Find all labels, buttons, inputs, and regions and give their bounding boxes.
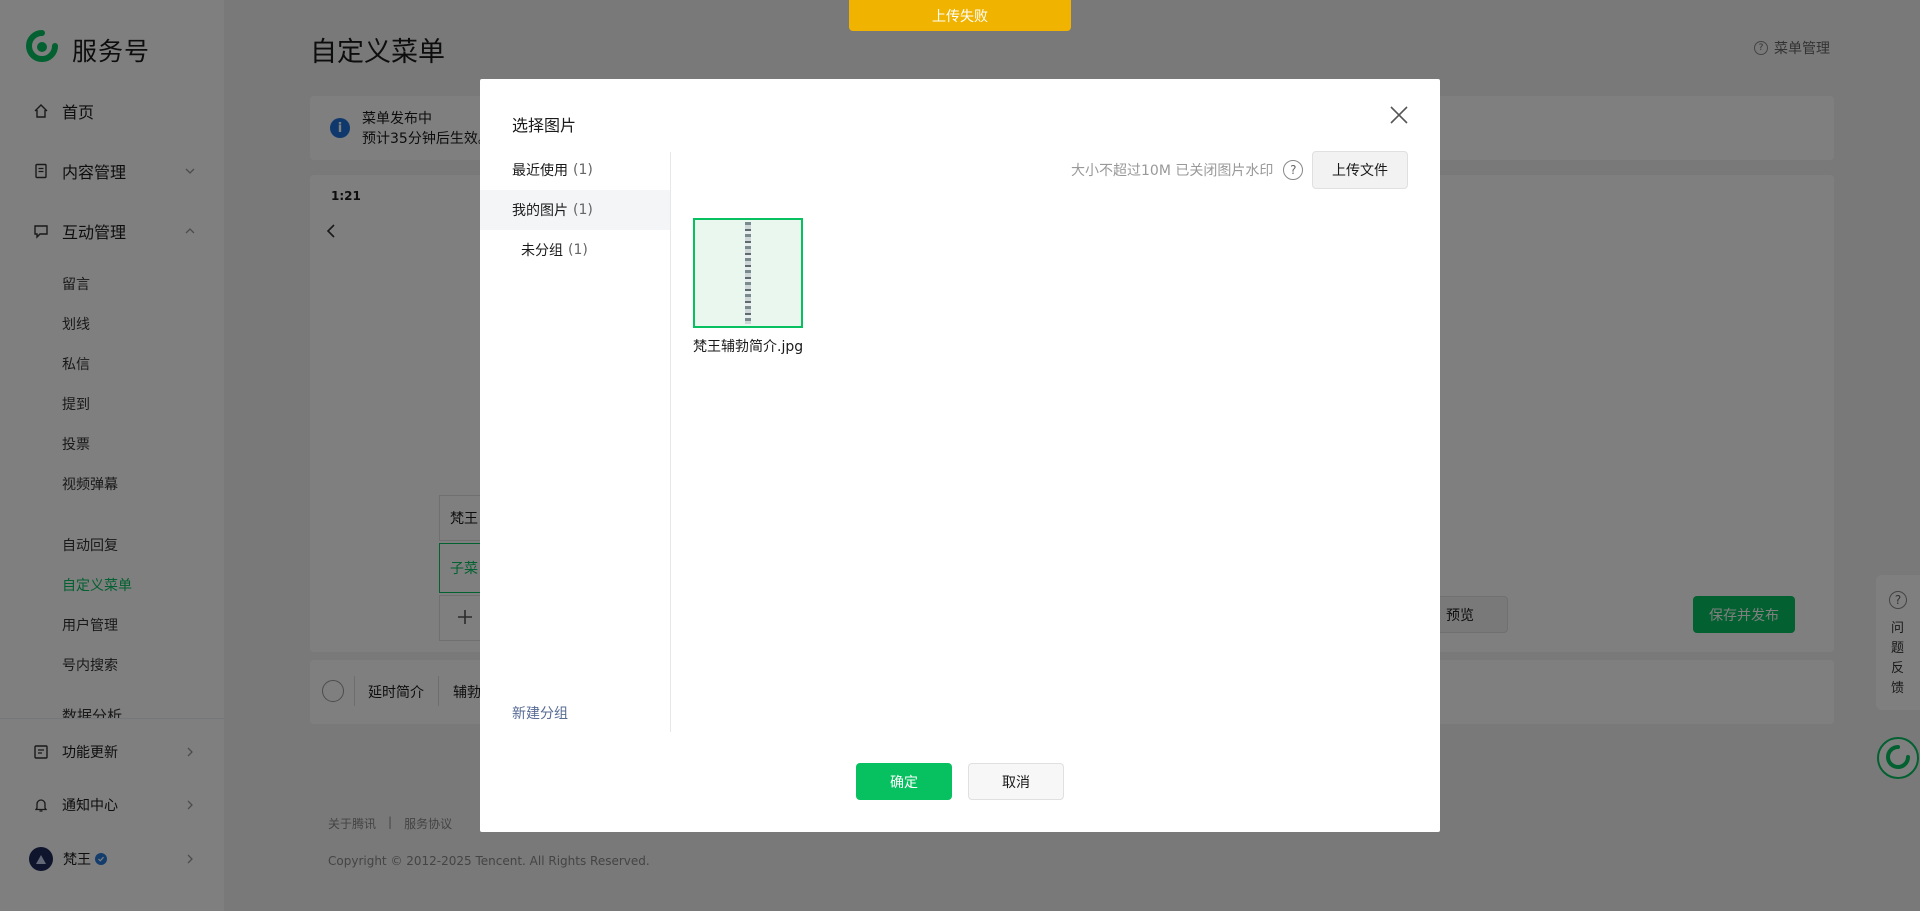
group-count: (1) — [573, 162, 593, 178]
group-recently-used[interactable]: 最近使用 (1) — [480, 150, 670, 190]
image-filename: 梵王辅勃简介.jpg — [693, 339, 804, 355]
upload-tip-text: 大小不超过10M 已关闭图片水印 — [1071, 163, 1274, 179]
upload-failed-toast: 上传失败 — [849, 0, 1071, 31]
group-label: 未分组 — [521, 243, 563, 259]
new-group-link[interactable]: 新建分组 — [512, 703, 568, 723]
group-count: (1) — [573, 202, 593, 218]
upload-tip: 大小不超过10M 已关闭图片水印 ? — [1071, 160, 1304, 180]
upload-file-button[interactable]: 上传文件 — [1312, 151, 1408, 189]
cancel-button[interactable]: 取消 — [968, 763, 1064, 800]
group-label: 我的图片 — [512, 203, 568, 219]
image-thumbnail[interactable] — [693, 218, 803, 328]
dialog-title: 选择图片 — [512, 116, 577, 135]
close-icon[interactable] — [1388, 104, 1410, 126]
group-ungrouped[interactable]: 未分组 (1) — [480, 230, 670, 270]
group-label: 最近使用 — [512, 163, 568, 179]
confirm-button[interactable]: 确定 — [856, 763, 952, 800]
question-icon[interactable]: ? — [1283, 160, 1304, 180]
image-preview — [745, 222, 751, 324]
group-my-images[interactable]: 我的图片 (1) — [480, 190, 670, 230]
dialog-divider — [670, 152, 671, 732]
select-image-dialog: 选择图片 最近使用 (1) 我的图片 (1) 未分组 (1) 新建分组 大小不超… — [480, 79, 1440, 832]
group-count: (1) — [568, 242, 588, 258]
